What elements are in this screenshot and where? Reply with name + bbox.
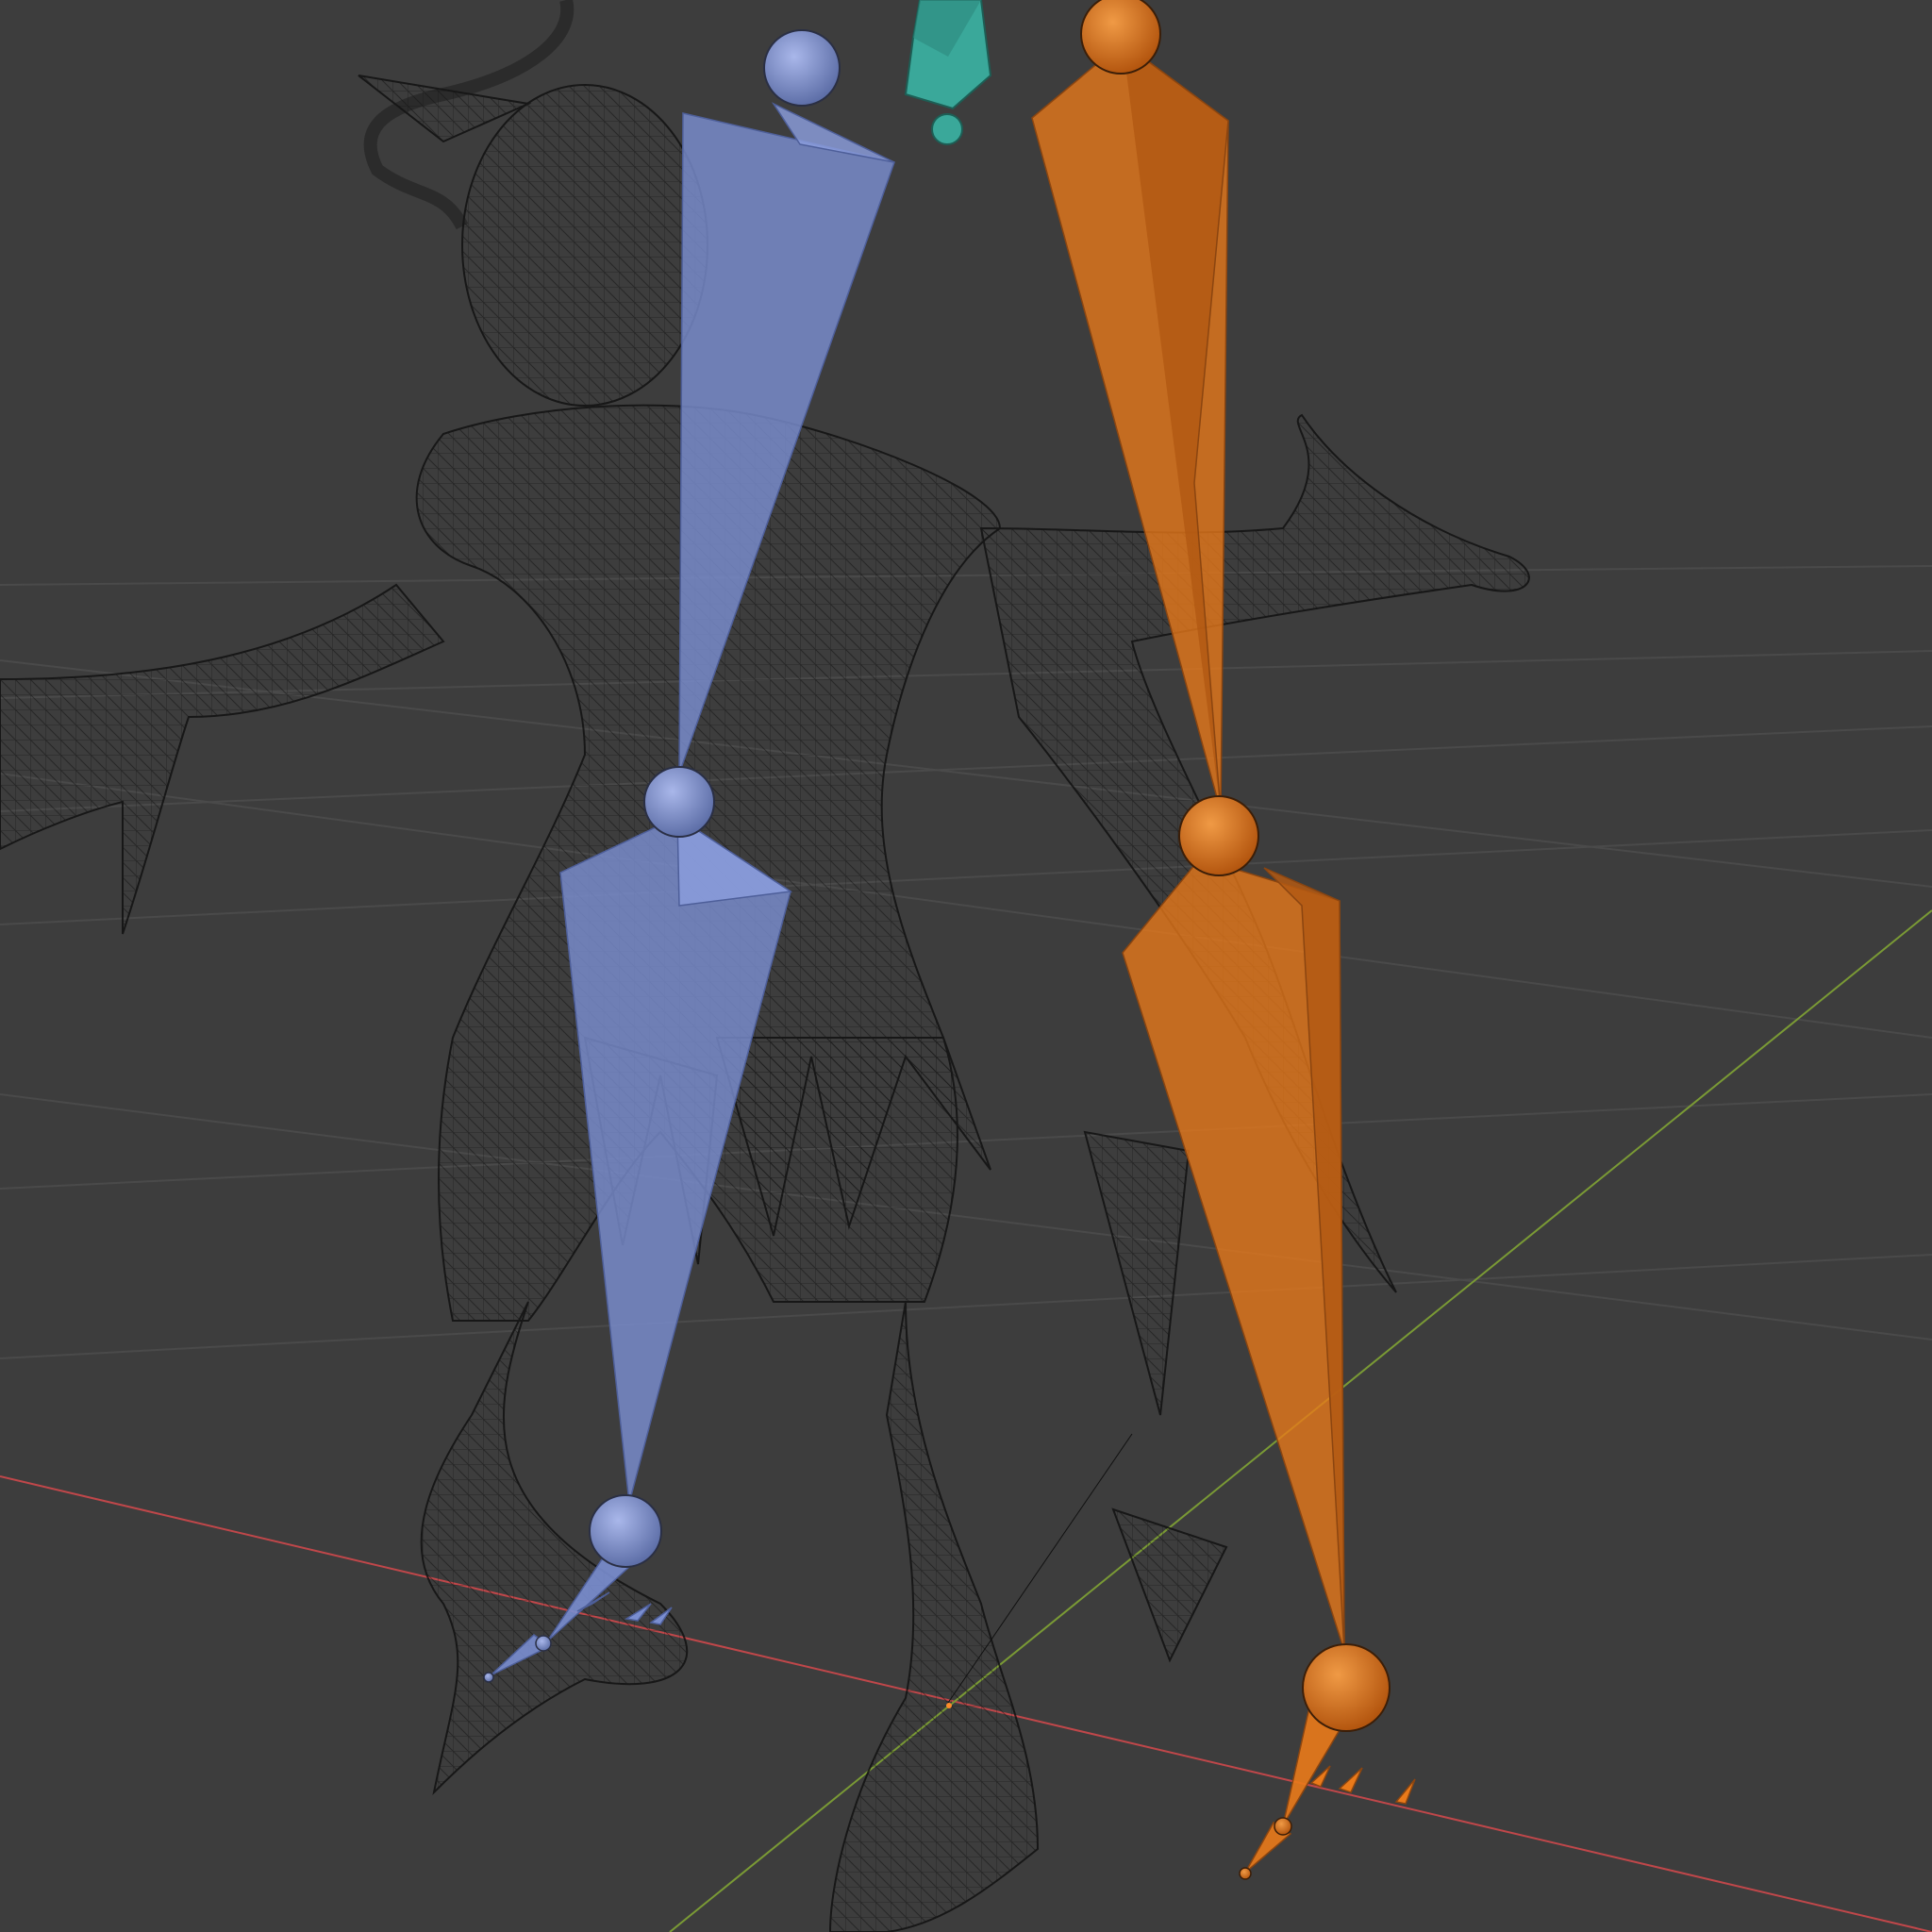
origin-dot-icon (946, 1703, 952, 1708)
bone-root[interactable] (904, 0, 992, 145)
3d-viewport[interactable] (0, 0, 1932, 1932)
joint-toe-left[interactable] (535, 1635, 552, 1652)
joint-ankle-right[interactable] (1302, 1643, 1391, 1732)
joint-hip-left[interactable] (763, 29, 841, 107)
joint-knee-right[interactable] (1178, 795, 1259, 876)
joint-toe-tip-left[interactable] (483, 1672, 494, 1683)
viewport-canvas[interactable] (0, 0, 1932, 1932)
joint-ankle-left[interactable] (589, 1494, 662, 1568)
joint-toe-tip-right[interactable] (1239, 1867, 1252, 1880)
relation-line (947, 1433, 1133, 1704)
joint-knee-left[interactable] (643, 766, 715, 838)
bone-root-tail-joint[interactable] (931, 113, 963, 145)
joint-toe-right[interactable] (1274, 1817, 1292, 1836)
joint-hip-right[interactable] (1080, 0, 1161, 75)
